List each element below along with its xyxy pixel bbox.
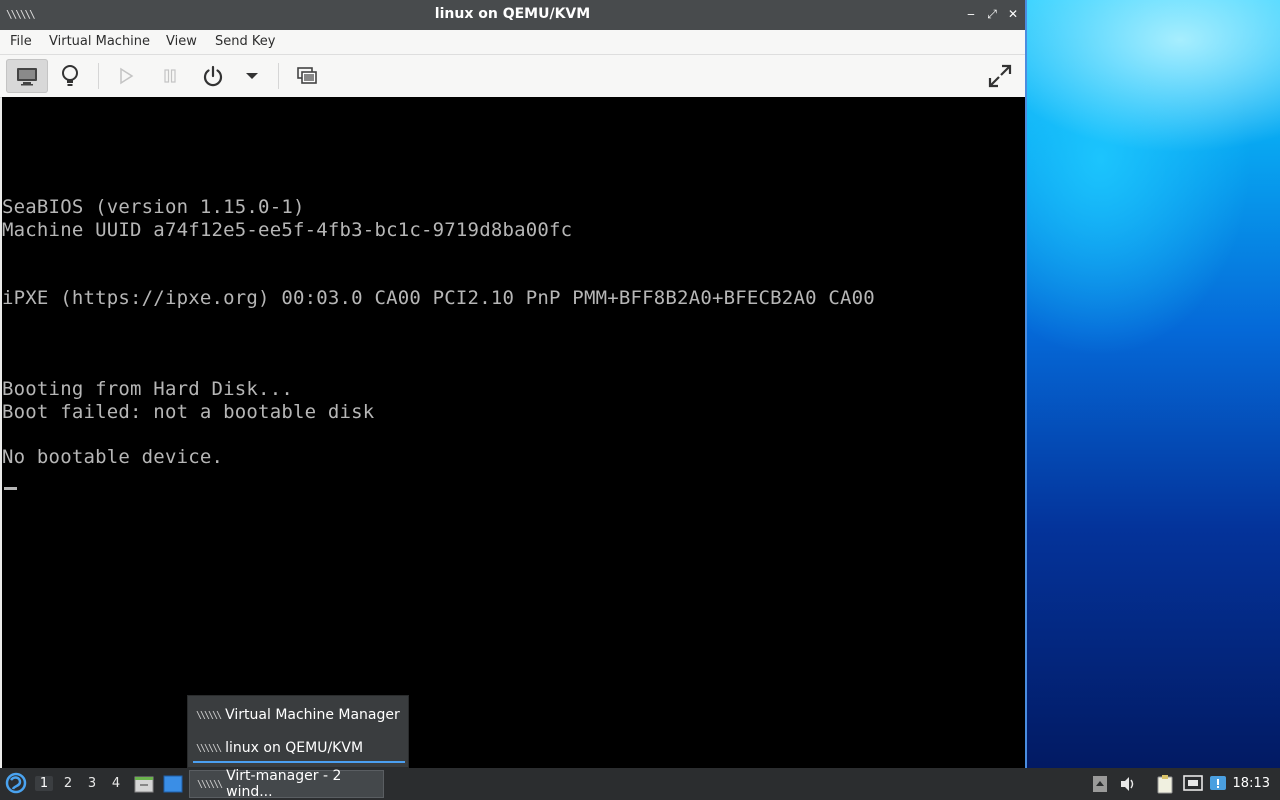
notification-button[interactable] — [1208, 774, 1228, 794]
show-desktop-button[interactable] — [163, 775, 183, 797]
console-line: Booting from Hard Disk... — [2, 378, 293, 400]
text-cursor — [4, 487, 17, 490]
network-icon — [1183, 775, 1203, 791]
task-label: Virt-manager - 2 wind... — [226, 768, 342, 800]
menubar: File Virtual Machine View Send Key — [0, 30, 1025, 55]
virt-manager-icon: \\\\\\ — [196, 709, 222, 721]
workspace-3[interactable]: 3 — [83, 776, 101, 791]
file-manager-launcher[interactable] — [134, 774, 154, 798]
network-button[interactable] — [1182, 774, 1204, 794]
menu-virtual-machine[interactable]: Virtual Machine — [49, 34, 150, 49]
virt-manager-icon: \\\\\\ — [197, 778, 223, 790]
workspace-2[interactable]: 2 — [59, 776, 77, 791]
show-details-button[interactable] — [52, 59, 88, 93]
menu-send-key[interactable]: Send Key — [215, 34, 275, 49]
run-button[interactable] — [110, 59, 142, 93]
popup-item-label: Virtual Machine Manager — [225, 707, 400, 723]
power-icon — [203, 65, 223, 87]
volume-button[interactable] — [1118, 774, 1138, 794]
close-button[interactable]: ✕ — [1004, 5, 1022, 23]
console-line: iPXE (https://ipxe.org) 00:03.0 CA00 PCI… — [2, 287, 875, 309]
workspace-1[interactable]: 1 — [35, 776, 53, 791]
workspace-4[interactable]: 4 — [107, 776, 125, 791]
popup-item-virtual-machine-manager[interactable]: \\\\\\ Virtual Machine Manager — [196, 702, 400, 728]
minimize-button[interactable]: ‒ — [962, 5, 980, 23]
taskbar-window-list-popup: \\\\\\ Virtual Machine Manager \\\\\\ li… — [187, 695, 409, 768]
vm-console-window: \\\\\\ linux on QEMU/KVM ‒ ⤢ ✕ File Virt… — [0, 0, 1027, 768]
popup-item-linux-console[interactable]: \\\\\\ linux on QEMU/KVM — [196, 735, 363, 761]
snapshot-icon — [297, 67, 317, 84]
speaker-icon — [1121, 777, 1134, 791]
selected-indicator — [193, 761, 405, 763]
up-arrow-icon — [1093, 776, 1107, 792]
play-icon — [120, 67, 134, 85]
popup-item-label: linux on QEMU/KVM — [225, 740, 364, 756]
desktop-icon — [163, 775, 183, 793]
menu-view[interactable]: View — [166, 34, 197, 49]
toolbar-separator — [278, 63, 279, 89]
console-icon — [17, 68, 37, 86]
window-titlebar[interactable]: \\\\\\ linux on QEMU/KVM ‒ ⤢ ✕ — [0, 0, 1025, 30]
info-icon — [1210, 776, 1226, 790]
lightbulb-icon — [62, 65, 78, 86]
taskbar-task-virt-manager[interactable]: \\\\\\ Virt-manager - 2 wind... — [189, 768, 384, 800]
clock[interactable]: 18:13 — [1233, 776, 1270, 791]
console-line: No bootable device. — [2, 446, 224, 468]
pause-icon — [164, 69, 176, 83]
distro-logo-icon — [5, 772, 27, 794]
fullscreen-icon — [988, 64, 1012, 88]
taskbar: 1 2 3 4 \\\\\\ Virt-manager - 2 wind... — [0, 768, 1280, 800]
console-line: Machine UUID a74f12e5-ee5f-4fb3-bc1c-971… — [2, 219, 573, 241]
tray-expand-button[interactable] — [1090, 774, 1110, 794]
toolbar — [0, 55, 1025, 98]
pause-button[interactable] — [154, 59, 186, 93]
maximize-button[interactable]: ⤢ — [983, 5, 1001, 23]
console-line: Boot failed: not a bootable disk — [2, 401, 375, 423]
file-manager-icon — [134, 776, 154, 793]
power-dropdown-button[interactable] — [238, 59, 266, 93]
fullscreen-button[interactable] — [982, 59, 1018, 93]
power-button[interactable] — [196, 59, 230, 93]
window-title: linux on QEMU/KVM — [434, 6, 591, 22]
clipboard-icon — [1157, 775, 1173, 794]
snapshots-button[interactable] — [290, 59, 324, 93]
clipboard-button[interactable] — [1155, 774, 1175, 794]
show-console-button[interactable] — [6, 59, 48, 93]
chevron-down-icon — [246, 73, 258, 79]
toolbar-separator — [98, 63, 99, 89]
console-line: SeaBIOS (version 1.15.0-1) — [2, 196, 305, 218]
virt-manager-icon: \\\\\\ — [196, 742, 222, 754]
start-menu-button[interactable] — [5, 772, 27, 798]
menu-file[interactable]: File — [10, 34, 32, 49]
vm-console-display[interactable]: SeaBIOS (version 1.15.0-1) Machine UUID … — [2, 97, 1025, 768]
